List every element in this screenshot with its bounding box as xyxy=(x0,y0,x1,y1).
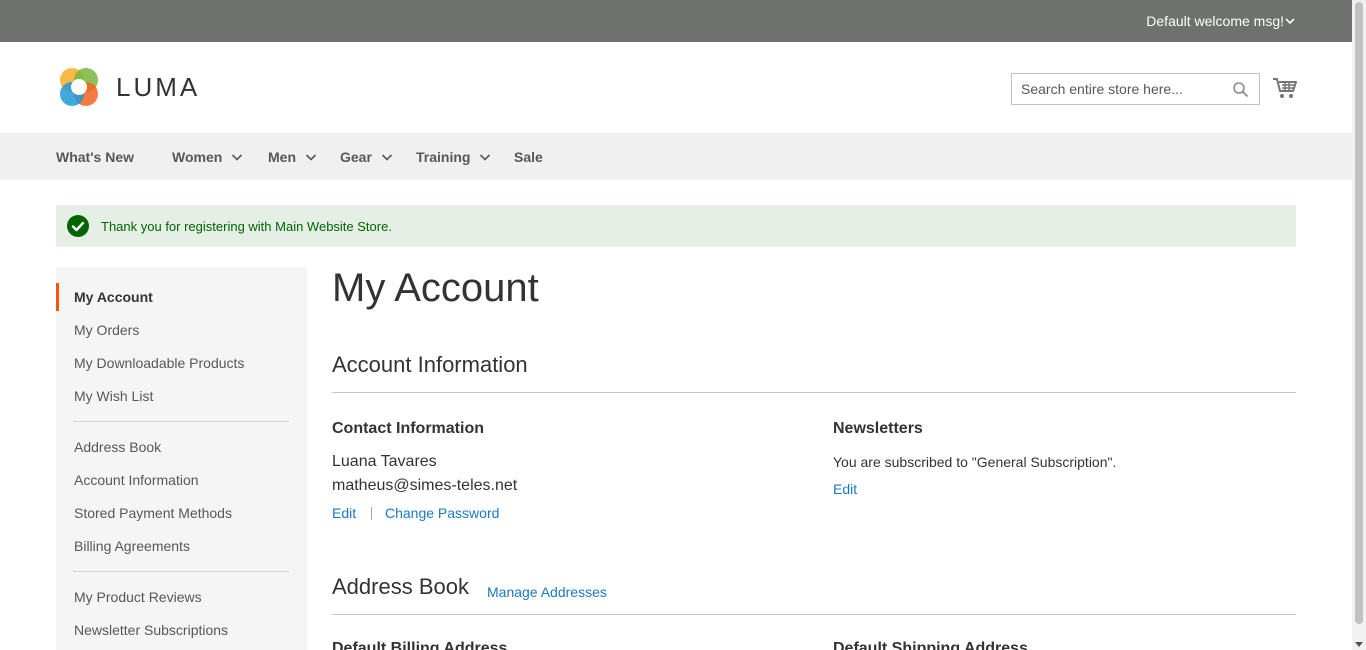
active-indicator xyxy=(56,283,59,311)
account-sidebar: My Account My Orders My Downloadable Pro… xyxy=(56,267,307,650)
logo-text: LUMA xyxy=(116,71,201,102)
nav-item-label: Men xyxy=(268,148,296,165)
cart-icon[interactable] xyxy=(1272,76,1298,100)
header: LUMA xyxy=(0,42,1352,133)
section-divider xyxy=(332,614,1296,615)
customer-email: matheus@simes-teles.net xyxy=(332,477,518,494)
edit-contact-link[interactable]: Edit xyxy=(332,505,356,521)
nav-item-gear[interactable]: Gear xyxy=(340,133,393,180)
sidebar-item-address-book[interactable]: Address Book xyxy=(74,439,161,455)
logo[interactable]: LUMA xyxy=(56,64,200,110)
nav-item-men[interactable]: Men xyxy=(268,133,317,180)
chevron-down-icon xyxy=(305,153,317,161)
page-title: My Account xyxy=(332,266,539,310)
sidebar-item-wish-list[interactable]: My Wish List xyxy=(74,388,153,404)
search-input[interactable] xyxy=(1012,74,1259,104)
chevron-down-icon xyxy=(480,153,491,161)
nav-item-label: Training xyxy=(416,148,471,165)
contact-information-title: Contact Information xyxy=(332,420,484,437)
check-circle-icon xyxy=(67,215,89,237)
nav-item-label: What's New xyxy=(56,148,135,165)
sidebar-item-downloadable-products[interactable]: My Downloadable Products xyxy=(74,355,244,371)
sidebar-item-product-reviews[interactable]: My Product Reviews xyxy=(74,589,202,605)
scroll-down-arrow-icon[interactable] xyxy=(1355,642,1363,647)
nav-item-training[interactable]: Training xyxy=(416,133,491,180)
scrollbar-thumb[interactable] xyxy=(1355,2,1363,624)
edit-newsletters-link[interactable]: Edit xyxy=(833,481,857,497)
page-scrollbar[interactable] xyxy=(1352,0,1366,650)
search-box xyxy=(1011,73,1260,105)
newsletters-title: Newsletters xyxy=(833,420,923,437)
nav-item-label: Women xyxy=(172,148,223,165)
newsletter-status: You are subscribed to "General Subscript… xyxy=(833,454,1117,470)
sidebar-divider xyxy=(73,421,289,422)
nav-item-whats-new[interactable]: What's New xyxy=(56,133,134,180)
manage-addresses-link[interactable]: Manage Addresses xyxy=(487,584,607,600)
chevron-down-icon xyxy=(381,153,392,161)
sidebar-item-stored-payment-methods[interactable]: Stored Payment Methods xyxy=(74,505,232,521)
chevron-down-icon[interactable] xyxy=(1283,14,1297,28)
sidebar-item-my-orders[interactable]: My Orders xyxy=(74,322,139,338)
search-icon[interactable] xyxy=(1232,81,1249,98)
chevron-down-icon xyxy=(232,153,243,161)
customer-name: Luana Tavares xyxy=(332,453,437,470)
sidebar-item-newsletter-subscriptions[interactable]: Newsletter Subscriptions xyxy=(74,622,228,638)
sidebar-divider xyxy=(73,571,289,572)
welcome-message[interactable]: Default welcome msg! xyxy=(1146,0,1284,42)
main-navigation: What's New Women Men Gear Training Sale xyxy=(0,133,1352,180)
default-shipping-address-title: Default Shipping Address xyxy=(833,640,1028,650)
top-panel: Default welcome msg! xyxy=(0,0,1352,42)
nav-item-sale[interactable]: Sale xyxy=(514,133,543,180)
sidebar-item-billing-agreements[interactable]: Billing Agreements xyxy=(74,538,190,554)
account-information-title: Account Information xyxy=(332,352,528,377)
section-divider xyxy=(332,392,1296,393)
success-message-text: Thank you for registering with Main Webs… xyxy=(101,218,392,234)
address-book-title: Address Book xyxy=(332,574,469,599)
luma-logo-icon xyxy=(60,68,98,106)
nav-item-label: Gear xyxy=(340,148,372,165)
sidebar-item-account-information[interactable]: Account Information xyxy=(74,472,199,488)
default-billing-address-title: Default Billing Address xyxy=(332,640,508,650)
link-separator xyxy=(371,507,372,520)
success-message: Thank you for registering with Main Webs… xyxy=(56,205,1296,247)
nav-item-women[interactable]: Women xyxy=(172,133,243,180)
nav-item-label: Sale xyxy=(514,148,543,165)
sidebar-item-my-account[interactable]: My Account xyxy=(74,289,153,305)
change-password-link[interactable]: Change Password xyxy=(385,505,499,521)
